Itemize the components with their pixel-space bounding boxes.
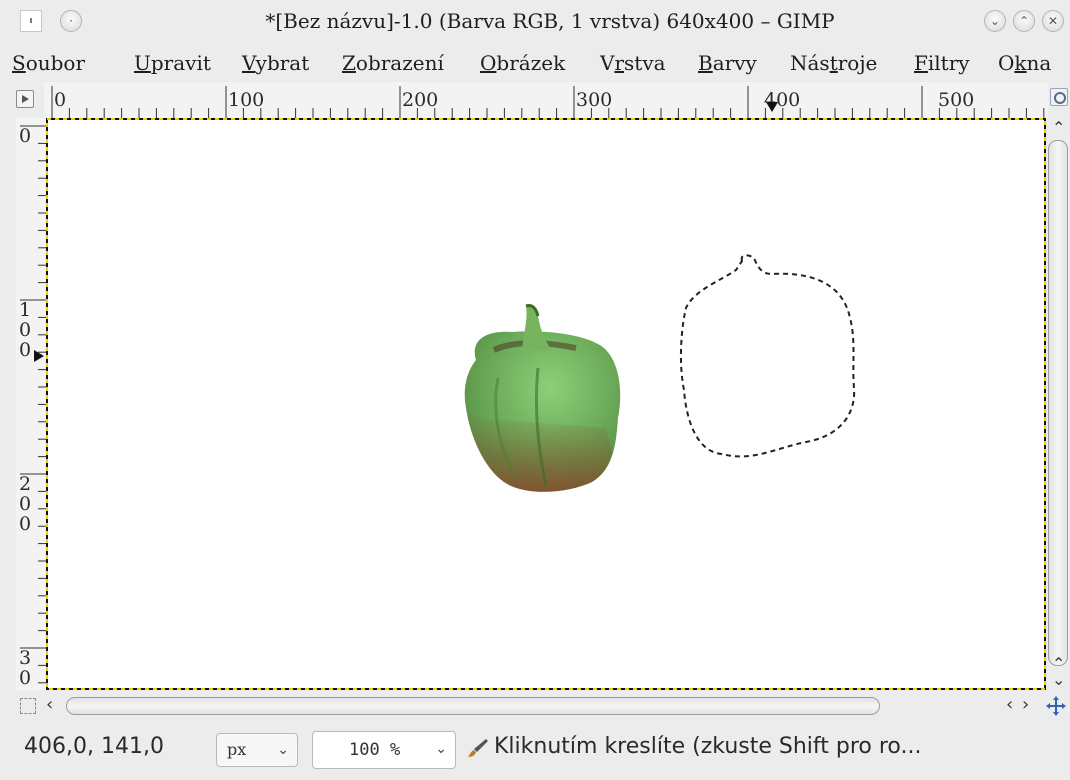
menu-soubor[interactable]: Soubor <box>12 51 85 75</box>
scroll-left-icon[interactable]: ‹ <box>1006 696 1013 714</box>
vertical-scroll-thumb[interactable] <box>1048 140 1068 666</box>
menu-barvy[interactable]: Barvy <box>698 51 757 75</box>
menu-nastroje[interactable]: Nástroje <box>790 51 877 75</box>
vertical-scrollbar[interactable]: ⌃ ⌃ ⌄ <box>1046 118 1070 690</box>
menu-zobrazeni[interactable]: Zobrazení <box>342 51 444 75</box>
unit-select[interactable]: px ⌄ <box>216 733 298 767</box>
scroll-left-icon[interactable]: ‹ <box>46 696 53 714</box>
pepper-image <box>464 304 621 492</box>
vertical-ruler-ticks: 0100200300 <box>19 125 46 690</box>
selection-outline[interactable] <box>679 254 856 458</box>
status-message: Kliknutím kreslíte (zkuste Shift pro ro.… <box>494 734 922 759</box>
horizontal-scroll-thumb[interactable] <box>66 697 880 715</box>
hruler-label: 200 <box>402 89 438 111</box>
title-bar: · *[Bez názvu]-1.0 (Barva RGB, 1 vrstva)… <box>0 0 1070 44</box>
brush-icon <box>468 739 488 757</box>
hruler-label: 500 <box>938 89 974 111</box>
status-bar: 406,0, 141,0 px ⌄ 100 % ⌄ Kliknutím kres… <box>0 720 1070 780</box>
maximize-button[interactable]: ⌃ <box>1013 10 1035 32</box>
hruler-label: 100 <box>228 89 264 111</box>
window-title: *[Bez názvu]-1.0 (Barva RGB, 1 vrstva) 6… <box>265 9 835 33</box>
vruler-label-digit: 0 <box>19 513 31 535</box>
unit-value: px <box>227 740 247 759</box>
close-button[interactable]: ✕ <box>1042 10 1064 32</box>
chevron-down-icon: ⌄ <box>277 742 289 758</box>
image-canvas[interactable] <box>46 118 1046 690</box>
vruler-label-digit: 3 <box>19 647 31 669</box>
zoom-value: 100 % <box>349 740 401 760</box>
menu-triangle-icon[interactable] <box>16 90 34 108</box>
scroll-down-icon[interactable]: ⌄ <box>1052 672 1065 688</box>
menu-okna[interactable]: Okna <box>998 51 1051 75</box>
scroll-up-icon[interactable]: ⌃ <box>1052 120 1065 136</box>
hruler-label: 0 <box>54 89 66 111</box>
horizontal-ruler[interactable]: 0 100 200 300 400 500 <box>44 82 1048 118</box>
menu-obrazek[interactable]: Obrázek <box>480 51 565 75</box>
vruler-label-digit: 0 <box>19 319 31 341</box>
horizontal-scroll-row: ‹ ‹ › <box>0 692 1070 720</box>
horizontal-ruler-ticks: 0 100 200 300 400 500 <box>51 86 1045 118</box>
vruler-label-digit: 2 <box>19 473 31 495</box>
chevron-down-icon: ⌄ <box>435 741 447 757</box>
menu-vrstva[interactable]: Vrstva <box>600 51 666 75</box>
canvas-drawing <box>46 118 1046 690</box>
zoom-select[interactable]: 100 % ⌄ <box>312 731 456 769</box>
quick-mask-icon[interactable] <box>20 698 36 714</box>
menu-filtry[interactable]: Filtry <box>914 51 970 75</box>
vruler-label-digit: 0 <box>19 687 31 690</box>
menu-vybrat[interactable]: Vybrat <box>242 51 309 75</box>
vertical-ruler[interactable]: 0100200300 <box>16 118 46 690</box>
vruler-label-digit: 0 <box>19 493 31 515</box>
scroll-right-icon[interactable]: › <box>1022 696 1029 714</box>
menu-bar: Soubor Upravit Vybrat Zobrazení Obrázek … <box>0 44 1070 82</box>
vruler-label-digit: 1 <box>19 299 31 321</box>
move-icon[interactable] <box>1044 694 1068 718</box>
navigate-icon[interactable] <box>1050 88 1068 106</box>
vruler-label-digit: 0 <box>19 667 31 689</box>
minimize-button[interactable]: ⌄ <box>984 10 1006 32</box>
vruler-label-digit: 0 <box>19 125 31 147</box>
hruler-label: 300 <box>576 89 612 111</box>
pointer-coordinates: 406,0, 141,0 <box>24 734 164 759</box>
vruler-label-digit: 0 <box>19 339 31 361</box>
menu-upravit[interactable]: Upravit <box>134 51 211 75</box>
